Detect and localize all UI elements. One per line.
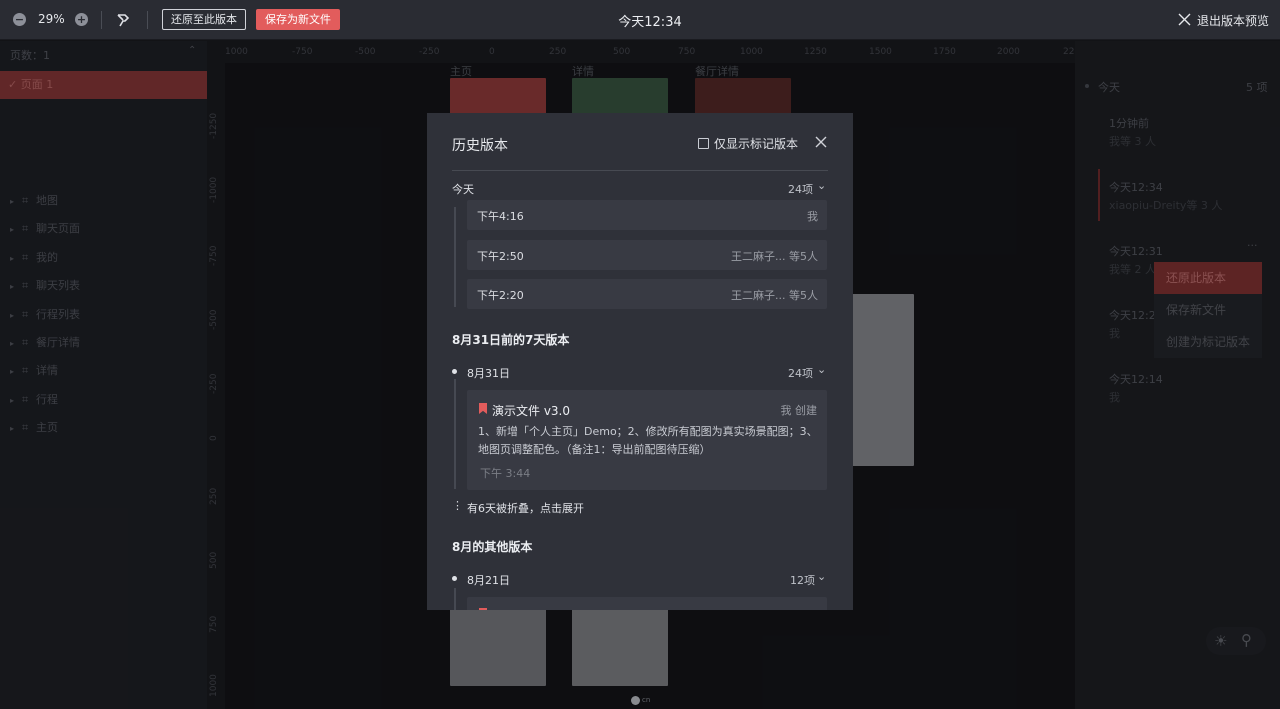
date-group-label: 8月21日 <box>467 574 510 587</box>
bookmark-icon <box>479 403 487 414</box>
timeline-line <box>454 207 456 307</box>
version-author: 我 创建 <box>780 404 818 417</box>
chevron-down-icon[interactable]: ⌄ <box>817 570 826 583</box>
timeline-dot <box>452 576 457 581</box>
version-row[interactable] <box>467 597 827 610</box>
chevron-down-icon[interactable]: ⌄ <box>817 179 826 192</box>
expand-folded-link[interactable]: 有6天被折叠，点击展开 <box>467 500 584 516</box>
version-row[interactable]: 下午4:16 我 <box>467 200 827 230</box>
date-group-count[interactable]: 24项 <box>788 365 813 381</box>
dialog-divider <box>452 170 828 171</box>
close-icon <box>1178 13 1191 26</box>
version-row-author: 我 <box>807 210 818 223</box>
today-group-label: 今天 <box>452 183 474 196</box>
week-section-title: 8月31日前的7天版本 <box>452 333 570 347</box>
version-row-time: 下午2:50 <box>477 250 524 263</box>
version-row-author: 王二麻子... 等5人 <box>731 289 818 302</box>
timeline-line <box>454 379 456 489</box>
version-title: 演示文件 v3.0 <box>492 404 571 418</box>
version-title: 今天12:34 <box>618 15 682 30</box>
restore-version-button[interactable]: 还原至此版本 <box>162 9 246 30</box>
version-row-time: 下午4:16 <box>477 210 524 223</box>
toolbar-divider <box>101 11 102 29</box>
bookmark-icon <box>479 608 487 610</box>
dialog-title: 历史版本 <box>452 138 508 154</box>
zoom-level[interactable]: 29% <box>38 12 65 26</box>
zoom-out-button[interactable]: − <box>13 13 26 26</box>
marked-version-card[interactable]: 演示文件 v3.0 我 创建 1、新增「个人主页」Demo；2、修改所有配图为真… <box>467 390 827 490</box>
other-section-title: 8月的其他版本 <box>452 540 533 554</box>
timeline-line <box>454 588 456 610</box>
close-icon[interactable] <box>814 135 828 149</box>
exit-preview-label: 退出版本预览 <box>1197 14 1270 28</box>
annotation-pin-icon[interactable] <box>115 11 133 29</box>
date-group-count[interactable]: 12项 <box>790 572 815 588</box>
only-marked-checkbox[interactable] <box>698 138 709 149</box>
chevron-down-icon[interactable]: ⌄ <box>817 363 826 376</box>
save-as-new-button[interactable]: 保存为新文件 <box>256 9 340 30</box>
version-time: 下午 3:44 <box>480 467 531 480</box>
only-marked-label[interactable]: 仅显示标记版本 <box>714 135 798 152</box>
timeline-dot <box>452 369 457 374</box>
version-description: 1、新增「个人主页」Demo；2、修改所有配图为真实场景配图；3、地图页调整配色… <box>478 425 818 456</box>
version-row-author: 王二麻子... 等5人 <box>731 250 818 263</box>
today-group-count[interactable]: 24项 <box>788 181 813 197</box>
top-toolbar: − 29% + 还原至此版本 保存为新文件 今天12:34 退出版本预览 <box>0 0 1280 40</box>
more-vertical-icon[interactable]: ⋮ <box>452 499 463 512</box>
version-row[interactable]: 下午2:50 王二麻子... 等5人 <box>467 240 827 270</box>
zoom-in-button[interactable]: + <box>75 13 88 26</box>
version-row[interactable]: 下午2:20 王二麻子... 等5人 <box>467 279 827 309</box>
toolbar-divider <box>147 11 148 29</box>
date-group-label: 8月31日 <box>467 367 510 380</box>
version-row-time: 下午2:20 <box>477 289 524 302</box>
version-history-dialog: 历史版本 仅显示标记版本 今天 24项 ⌄ 下午4:16 我 下午2:50 王二… <box>427 113 853 610</box>
